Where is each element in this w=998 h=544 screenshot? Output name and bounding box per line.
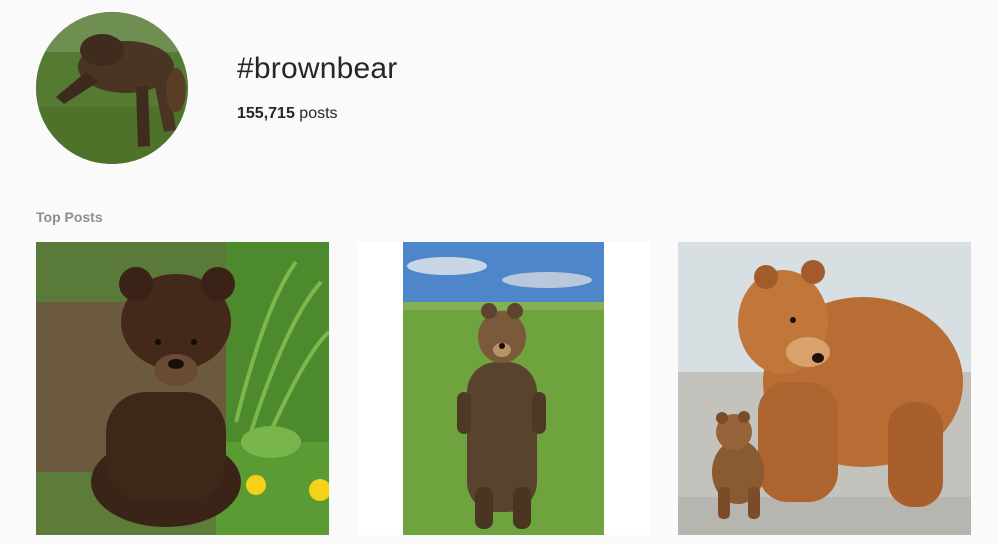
post-count-number: 155,715	[237, 105, 295, 122]
top-post-3[interactable]	[678, 242, 971, 535]
cinnamon-bear-cub-image	[36, 242, 329, 535]
top-posts-heading: Top Posts	[36, 209, 103, 225]
top-post-2[interactable]	[357, 242, 650, 535]
brown-bear-with-cub-image	[678, 242, 971, 535]
post-count-unit: posts	[299, 105, 338, 122]
hashtag-avatar[interactable]	[36, 12, 188, 164]
top-post-1[interactable]	[36, 242, 329, 535]
hashtag-title: #brownbear	[237, 52, 398, 85]
dog-photo-avatar-image	[36, 12, 188, 164]
standing-bear-cub-image	[357, 242, 650, 535]
post-count: 155,715 posts	[237, 105, 338, 123]
